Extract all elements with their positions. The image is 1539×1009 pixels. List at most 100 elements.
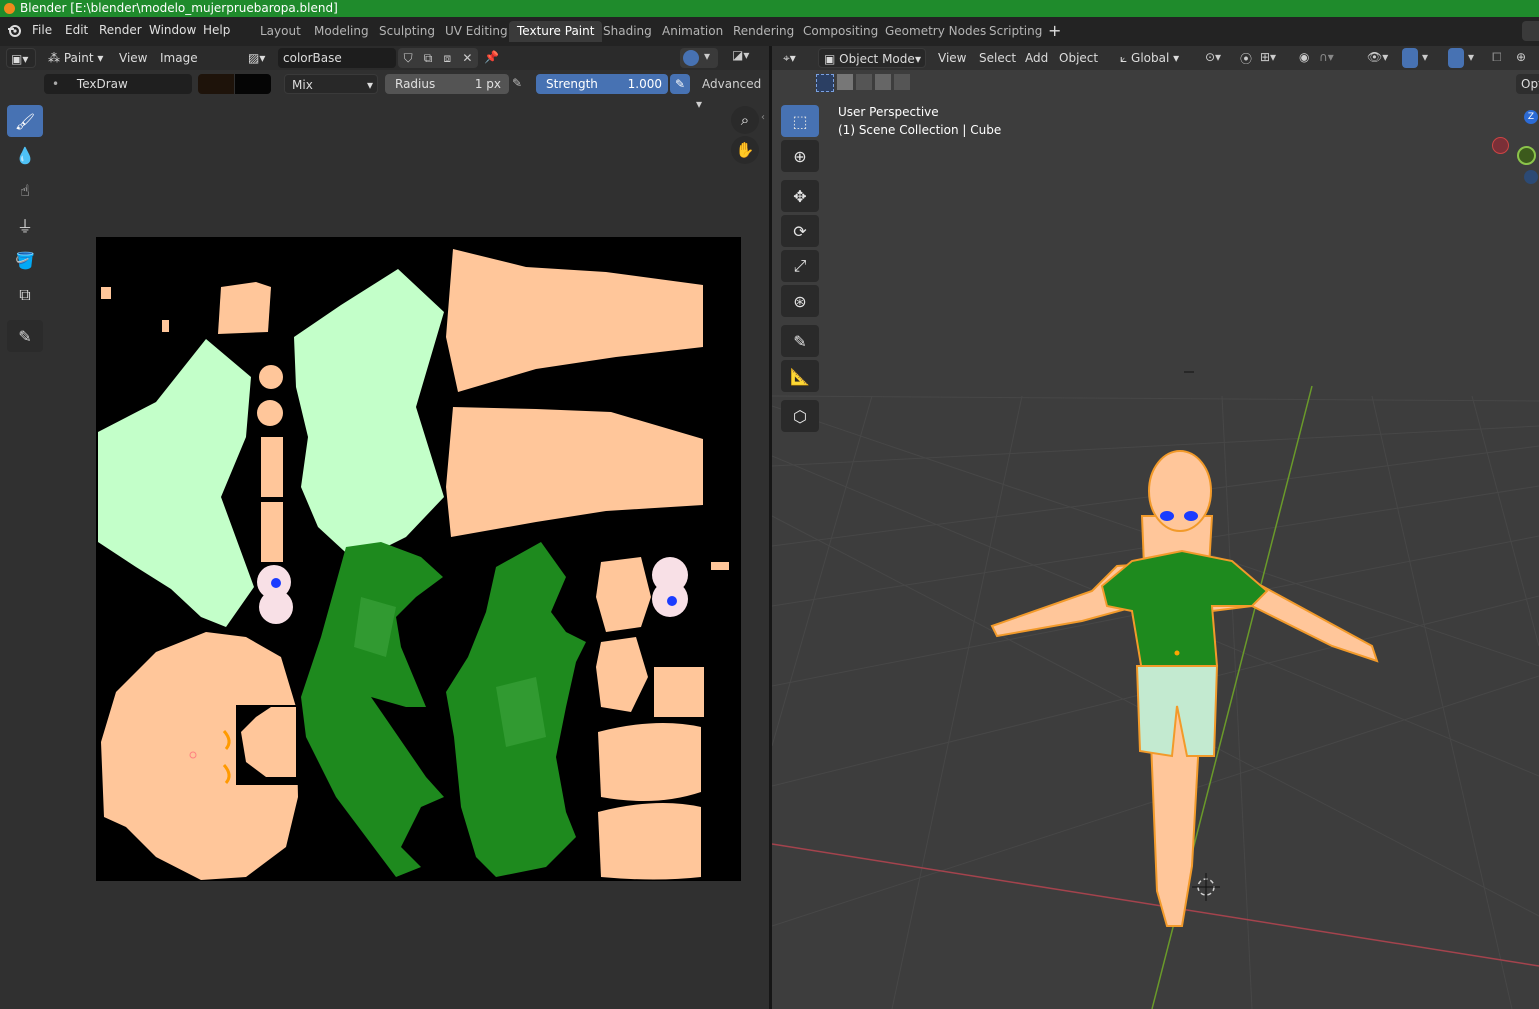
tab-layout[interactable]: Layout — [252, 21, 309, 42]
tool-clone[interactable]: ⏚ — [7, 209, 43, 241]
mode-label: Paint — [63, 51, 94, 65]
image-name-field[interactable]: colorBase — [278, 48, 396, 68]
gizmo-toggle-icon[interactable] — [1402, 48, 1418, 68]
blend-mode-dropdown[interactable]: Mix ▾ — [284, 74, 378, 94]
tab-uv-editing[interactable]: UV Editing — [437, 21, 516, 42]
tool-annotate-3d[interactable]: ✎ — [781, 325, 819, 357]
brush-icon: 🖌 — [14, 111, 36, 131]
transform-icon: ⊛ — [793, 291, 807, 311]
menu-window[interactable]: Window — [149, 23, 196, 37]
scene-selector-icon[interactable] — [1522, 21, 1539, 41]
vp-menu-view[interactable]: View — [938, 48, 966, 68]
strength-pressure-icon[interactable]: ✎ — [670, 74, 690, 94]
tool-cursor[interactable]: ⊕ — [781, 140, 819, 172]
options-dropdown[interactable]: Opt — [1516, 74, 1539, 94]
sidebar-toggle-icon[interactable]: ‹ — [761, 112, 765, 123]
gizmo-z-icon[interactable]: Z — [1524, 110, 1538, 124]
visibility-icon[interactable]: 👁▾ — [1367, 50, 1388, 64]
vp-menu-select[interactable]: Select — [979, 48, 1016, 68]
tool-fill[interactable]: 🪣 — [7, 244, 43, 276]
mode-dropdown[interactable]: ⁂ Paint ▾ — [44, 48, 108, 68]
image-browse-dropdown[interactable]: ▨▾ — [246, 48, 276, 68]
proportional-edit-icon[interactable]: ◉ — [1299, 50, 1309, 64]
unlink-icon[interactable]: ✕ — [462, 51, 472, 65]
window-titlebar: Blender [E:\blender\modelo_mujerpruebaro… — [0, 0, 1539, 17]
xray-icon[interactable]: ⧠ — [1492, 50, 1502, 65]
select-subtract-icon[interactable] — [856, 74, 872, 90]
menu-image[interactable]: Image — [160, 48, 198, 68]
wireframe-shading-icon[interactable]: ⊕ — [1516, 50, 1526, 64]
3d-viewport[interactable] — [772, 46, 1539, 1009]
tool-soften[interactable]: 💧 — [7, 139, 43, 171]
tool-smear[interactable]: ☝ — [7, 174, 43, 206]
tab-rendering[interactable]: Rendering — [725, 21, 802, 42]
tool-draw-brush[interactable]: 🖌 — [7, 105, 43, 137]
pan-hand-icon[interactable]: ✋ — [731, 136, 759, 164]
gizmo-y-icon[interactable] — [1517, 146, 1536, 165]
overlay-toggle[interactable]: ▾ — [680, 48, 718, 68]
tool-transform[interactable]: ⊛ — [781, 285, 819, 317]
vp-menu-add[interactable]: Add — [1025, 48, 1048, 68]
add-workspace-button[interactable]: + — [1048, 21, 1061, 40]
tool-rotate[interactable]: ⟳ — [781, 215, 819, 247]
tab-texture-paint[interactable]: Texture Paint — [509, 21, 603, 42]
duplicate-icon[interactable]: ⧉ — [424, 51, 433, 66]
zoom-icon[interactable]: ⌕ — [731, 106, 759, 134]
tab-scripting[interactable]: Scripting — [981, 21, 1050, 42]
brush-name: TexDraw — [76, 77, 128, 91]
secondary-color-swatch[interactable] — [235, 74, 271, 94]
menu-edit[interactable]: Edit — [65, 23, 88, 37]
fake-user-icon[interactable]: ⛉ — [404, 51, 413, 66]
menu-help[interactable]: Help — [203, 23, 230, 37]
radius-slider[interactable]: Radius 1 px — [385, 74, 509, 94]
overlay-icon — [683, 50, 699, 66]
tool-scale[interactable]: ⤢ — [781, 250, 819, 282]
radius-pressure-icon[interactable]: ✎ — [512, 76, 522, 90]
menu-view[interactable]: View — [119, 48, 147, 68]
editor-type-dropdown-3d[interactable]: ⌖▾ — [780, 48, 812, 68]
strength-slider[interactable]: Strength 1.000 — [536, 74, 668, 94]
brush-selector[interactable]: • TexDraw — [44, 74, 192, 94]
tab-compositing[interactable]: Compositing — [795, 21, 886, 42]
cursor-icon: ⊕ — [793, 146, 807, 166]
object-mode-dropdown[interactable]: ▣ Object Mode ▾ — [818, 48, 926, 68]
primary-color-swatch[interactable] — [198, 74, 234, 94]
tool-add-cube[interactable]: ⬡ — [781, 400, 819, 432]
advanced-dropdown[interactable]: Advanced ▾ — [696, 74, 768, 111]
new-image-icon[interactable]: ⧈ — [444, 51, 452, 66]
tool-move[interactable]: ✥ — [781, 180, 819, 212]
editor-type-dropdown[interactable]: ▣▾ — [6, 48, 36, 68]
snap-target-icon[interactable]: ⊞▾ — [1260, 50, 1276, 64]
radius-value: 1 px — [474, 77, 501, 91]
texture-canvas[interactable] — [96, 237, 741, 881]
select-new-icon[interactable] — [816, 74, 834, 92]
tool-select-box[interactable]: ⬚ — [781, 105, 819, 137]
blender-menu-icon[interactable] — [7, 24, 21, 38]
snap-icon[interactable]: ⦿ — [1240, 50, 1252, 67]
select-invert-icon[interactable] — [875, 74, 891, 90]
chevron-down-icon: ▾ — [704, 49, 711, 63]
menu-render[interactable]: Render — [99, 23, 142, 37]
pin-icon[interactable]: 📌 — [484, 50, 499, 64]
gizmo-neg-z-icon[interactable] — [1524, 170, 1538, 184]
pivot-icon[interactable]: ⊙▾ — [1205, 50, 1221, 64]
display-channels-dropdown[interactable]: ◪▾ — [732, 48, 766, 68]
tool-annotate[interactable]: ✎ — [7, 320, 43, 352]
transform-orientation-dropdown[interactable]: ⟀ Global ▾ — [1118, 48, 1196, 68]
annotate-icon: ✎ — [18, 326, 32, 346]
tab-sculpting[interactable]: Sculpting — [371, 21, 443, 42]
select-extend-icon[interactable] — [837, 74, 853, 90]
tab-geometry-nodes[interactable]: Geometry Nodes — [877, 21, 994, 42]
window-title: Blender [E:\blender\modelo_mujerpruebaro… — [20, 1, 338, 15]
tab-modeling[interactable]: Modeling — [306, 21, 377, 42]
tool-measure[interactable]: 📐 — [781, 360, 819, 392]
falloff-icon[interactable]: ∩▾ — [1319, 50, 1334, 64]
vp-menu-object[interactable]: Object — [1059, 48, 1098, 68]
overlays-toggle-icon[interactable] — [1448, 48, 1464, 68]
gizmo-neg-x-icon[interactable] — [1492, 137, 1509, 154]
tool-mask[interactable]: ⧉ — [7, 279, 43, 311]
menu-file[interactable]: File — [32, 23, 52, 37]
tab-shading[interactable]: Shading — [595, 21, 660, 42]
tab-animation[interactable]: Animation — [654, 21, 731, 42]
select-intersect-icon[interactable] — [894, 74, 910, 90]
